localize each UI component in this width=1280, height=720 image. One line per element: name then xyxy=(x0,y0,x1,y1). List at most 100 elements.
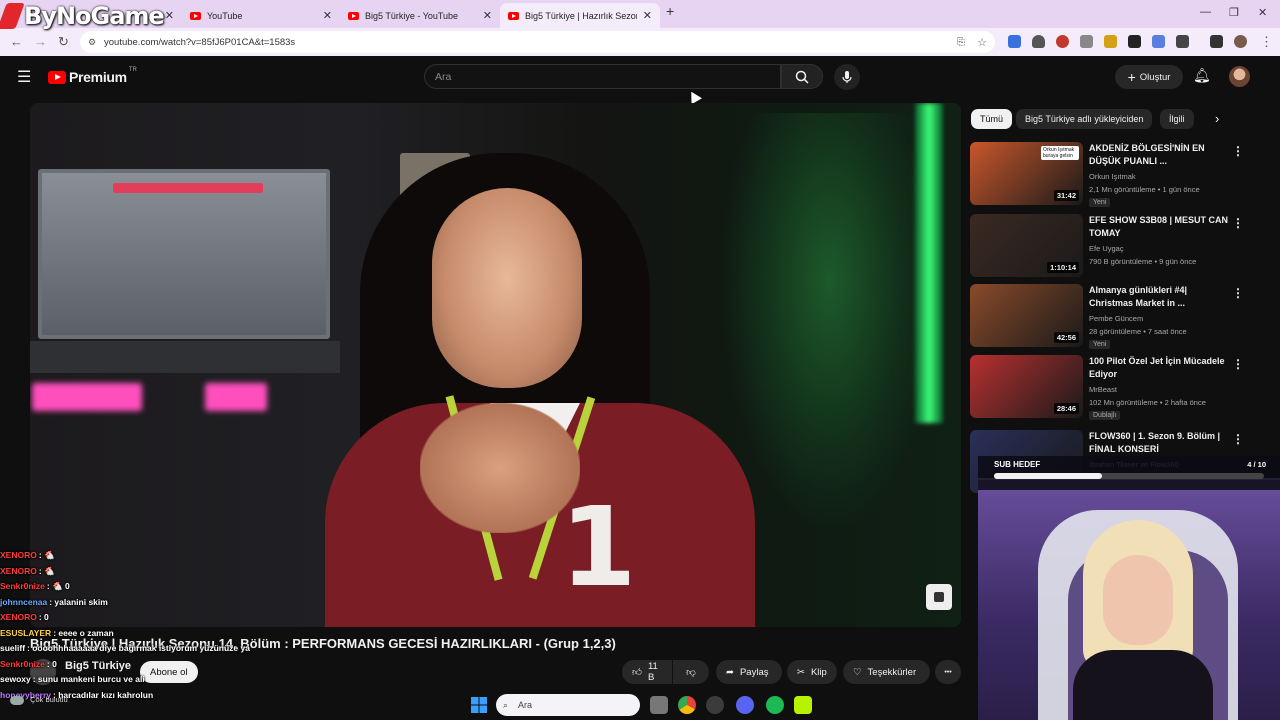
task-view-icon[interactable] xyxy=(650,696,668,714)
hamburger-menu-icon[interactable]: ☰ xyxy=(17,67,31,87)
reload-icon[interactable]: ↻ xyxy=(58,34,69,50)
close-icon[interactable]: ✕ xyxy=(323,9,332,22)
recommendation-thumbnail[interactable]: 42:56 xyxy=(970,284,1083,347)
thumbs-down-icon: 👎︎ xyxy=(686,667,696,678)
thanks-button[interactable]: ♡ Teşekkürler xyxy=(843,660,930,684)
account-avatar[interactable] xyxy=(1229,66,1250,87)
recommendation-item[interactable]: 42:56 Almanya günlükleri #4| Christmas Ma… xyxy=(970,284,1270,349)
tab-label: Big5 Türkiye - YouTube xyxy=(365,10,459,21)
recommendation-title[interactable]: AKDENİZ BÖLGESİ'NİN EN DÜŞÜK PUANLI ... xyxy=(1089,142,1229,168)
recommendation-meta: 790 B görüntüleme • 9 gün önce xyxy=(1089,257,1197,266)
chip-related[interactable]: İlgili xyxy=(1160,109,1194,129)
recommendation-thumbnail[interactable]: Orkun Işıtmak buraya gelsin 31:42 xyxy=(970,142,1083,205)
recommendation-title[interactable]: 100 Pilot Özel Jet İçin Mücadele Ediyor xyxy=(1089,355,1229,381)
share-button[interactable]: ➦ Paylaş xyxy=(716,660,782,684)
close-window-icon[interactable]: ✕ xyxy=(1258,6,1267,19)
extension-icon[interactable] xyxy=(1080,35,1093,48)
clip-button[interactable]: ✂ Klip xyxy=(787,660,837,684)
search-button[interactable] xyxy=(781,64,823,89)
back-icon[interactable]: ← xyxy=(10,34,23,49)
voice-search-button[interactable] xyxy=(834,64,860,90)
close-icon[interactable]: ✕ xyxy=(483,9,492,22)
shield-extension-icon[interactable] xyxy=(1032,35,1045,48)
maximize-icon[interactable]: ❐ xyxy=(1229,6,1239,19)
profile-avatar-icon[interactable] xyxy=(1234,35,1247,48)
recommendation-thumbnail[interactable]: 1:10:14 xyxy=(970,214,1083,277)
search-icon: ⌕ xyxy=(503,699,509,710)
weather-widget[interactable]: Çok bulutlu xyxy=(10,695,68,705)
more-options-icon[interactable]: ⋮ xyxy=(1232,286,1244,300)
browser-tab-big5-channel[interactable]: Big5 Türkiye - YouTube ✕ xyxy=(340,3,500,28)
logo-text: Premium xyxy=(69,69,127,85)
chat-text: : 0 xyxy=(46,658,57,669)
discord-icon[interactable] xyxy=(736,696,754,714)
chip-from-uploader[interactable]: Big5 Türkiye adlı yükleyiciden xyxy=(1016,109,1153,129)
recommendation-channel[interactable]: Pembe Güncem xyxy=(1089,314,1143,323)
live-app-icon[interactable] xyxy=(794,696,812,714)
recommendation-channel[interactable]: MrBeast xyxy=(1089,385,1117,394)
share-label: Paylaş xyxy=(739,666,769,678)
chat-username: ESUSLAYER xyxy=(0,627,52,638)
forward-icon[interactable]: → xyxy=(34,34,47,49)
taskbar-search-input[interactable]: ⌕ Ara xyxy=(496,694,640,716)
minimize-icon[interactable]: — xyxy=(1200,6,1211,18)
extension-icon[interactable] xyxy=(1152,35,1165,48)
recommendation-title[interactable]: EFE SHOW S3B08 | MESUT CAN TOMAY xyxy=(1089,214,1229,240)
spotify-icon[interactable] xyxy=(766,696,784,714)
url-field[interactable]: ⚙ youtube.com/watch?v=85fJ6P01CA&t=1583s… xyxy=(80,31,995,53)
coin-extension-icon[interactable] xyxy=(1104,35,1117,48)
person-hands xyxy=(420,403,580,533)
create-label: Oluştur xyxy=(1139,71,1171,83)
notifications-bell-icon[interactable]: 🔔︎ xyxy=(1193,67,1211,84)
recommendation-channel[interactable]: Orkun Işıtmak xyxy=(1089,172,1136,181)
bookmark-star-icon[interactable]: ☆ xyxy=(977,36,987,49)
create-button[interactable]: + Oluştur xyxy=(1115,65,1183,89)
translate-extension-icon[interactable] xyxy=(1008,35,1021,48)
obs-icon[interactable] xyxy=(706,696,724,714)
duration-badge: 1:10:14 xyxy=(1047,262,1079,273)
new-tab-button[interactable]: + xyxy=(666,3,674,19)
youtube-premium-logo[interactable]: Premium TR xyxy=(48,67,137,85)
extension-icon[interactable] xyxy=(1128,35,1141,48)
media-controls-icon[interactable] xyxy=(1210,35,1223,48)
chat-message: Senkr0nize: 🐔 0 xyxy=(0,579,300,595)
chrome-icon[interactable] xyxy=(678,696,696,714)
like-count: 11 B xyxy=(647,661,658,683)
recommendation-channel[interactable]: Efe Uygaç xyxy=(1089,244,1124,253)
chat-username: XENORO xyxy=(0,612,37,622)
search-input[interactable]: Ara xyxy=(424,64,781,89)
channel-watermark-button[interactable] xyxy=(926,584,952,610)
sub-goal-progress-track xyxy=(994,473,1264,479)
windows-start-icon[interactable] xyxy=(470,696,488,714)
chat-username: sueliff xyxy=(0,643,26,653)
chip-all[interactable]: Tümü xyxy=(971,109,1013,129)
recommendation-title[interactable]: Almanya günlükleri #4| Christmas Market … xyxy=(1089,284,1229,310)
close-icon[interactable]: ✕ xyxy=(643,9,652,22)
puzzle-extensions-icon[interactable] xyxy=(1176,35,1189,48)
more-options-icon[interactable]: ⋮ xyxy=(1232,216,1244,230)
install-app-icon[interactable]: ⎘ xyxy=(957,37,965,48)
recommendation-thumbnail[interactable]: 28:46 xyxy=(970,355,1083,418)
recommendation-item[interactable]: 1:10:14 EFE SHOW S3B08 | MESUT CAN TOMAY E… xyxy=(970,214,1270,278)
dislike-button[interactable]: 👎︎ xyxy=(673,660,709,684)
browser-tab-active[interactable]: Big5 Türkiye | Hazırlık Sezonu 1 ✕ xyxy=(500,3,660,28)
browser-menu-icon[interactable]: ⋮ xyxy=(1260,34,1273,50)
site-info-icon[interactable]: ⚙ xyxy=(88,37,96,48)
more-options-icon[interactable]: ⋮ xyxy=(1232,144,1244,158)
browser-tab-bar: ✕ YouTube ✕ Big5 Türkiye - YouTube ✕ Big… xyxy=(0,0,1280,28)
recommendation-item[interactable]: Orkun Işıtmak buraya gelsin 31:42 AKDENİZ … xyxy=(970,142,1270,207)
recommendation-title[interactable]: FLOW360 | 1. Sezon 9. Bölüm | FİNAL KONS… xyxy=(1089,430,1229,456)
close-icon[interactable]: ✕ xyxy=(165,9,174,22)
tab-label: Big5 Türkiye | Hazırlık Sezonu 1 xyxy=(525,10,637,21)
recommendation-badge: Yeni xyxy=(1089,198,1111,207)
more-actions-button[interactable]: ••• xyxy=(935,660,961,684)
more-options-icon[interactable]: ⋮ xyxy=(1232,357,1244,371)
like-button[interactable]: 👍︎ 11 B xyxy=(622,660,672,684)
recommendation-item[interactable]: 28:46 100 Pilot Özel Jet İçin Mücadele Ed… xyxy=(970,355,1270,420)
more-options-icon[interactable]: ⋮ xyxy=(1232,432,1244,446)
chevron-right-icon[interactable]: › xyxy=(1215,111,1219,126)
chat-username: Senkr0nize xyxy=(0,658,45,669)
chat-username: sewoxy xyxy=(0,674,31,684)
red-extension-icon[interactable] xyxy=(1056,35,1069,48)
browser-tab-youtube[interactable]: YouTube ✕ xyxy=(182,3,340,28)
